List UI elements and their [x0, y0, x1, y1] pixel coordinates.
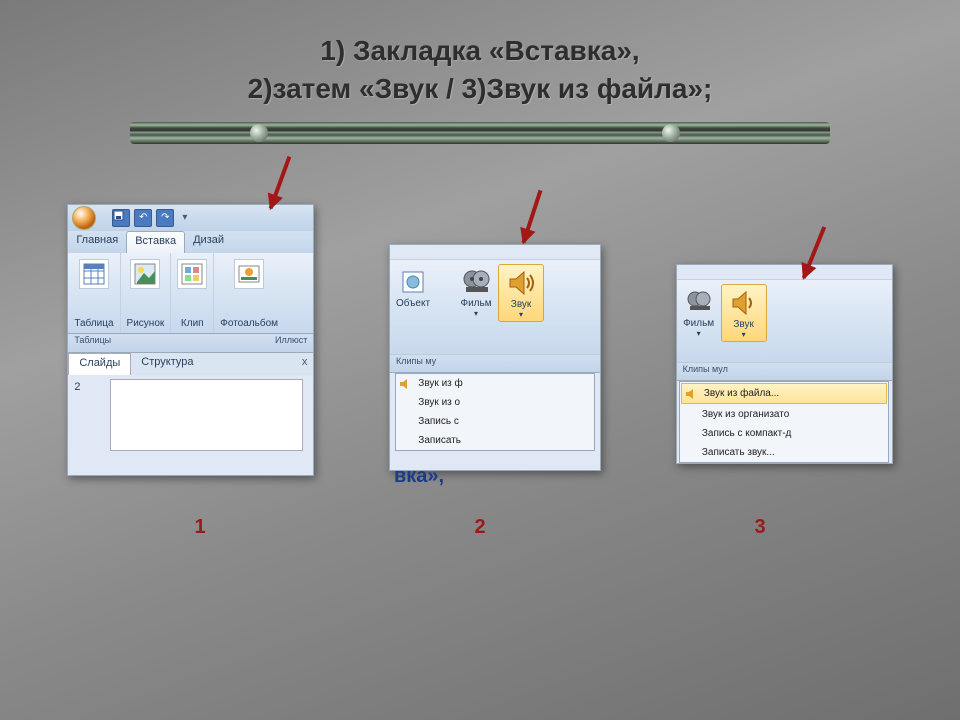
sound-dropdown: Звук из ф Звук из о Запись с Записать [395, 373, 594, 451]
red-arrow-2 [522, 189, 543, 243]
clipart-icon [177, 259, 207, 289]
ribbon-btn-picture[interactable]: Рисунок [121, 253, 172, 333]
close-pane-icon[interactable]: x [296, 353, 314, 375]
tab-insert[interactable]: Вставка [126, 231, 185, 253]
ribbon-btn-film[interactable]: Фильм ▾ [454, 264, 498, 320]
group-tables-label: Таблицы [74, 335, 191, 351]
redo-icon[interactable]: ↷ [156, 209, 174, 227]
ribbon-media: Объект Фильм ▾ Звук ▾ [390, 260, 600, 354]
label-2: 2 [474, 516, 485, 539]
menu-record-sound[interactable]: Записать [396, 431, 593, 450]
ribbon-btn-sound[interactable]: Звук ▾ [498, 264, 544, 322]
object-icon [397, 266, 429, 298]
slide-title: 1) Закладка «Вставка», 2)затем «Звук / 3… [0, 32, 960, 108]
speaker-small-icon [399, 377, 413, 391]
photoalbum-icon [234, 259, 264, 289]
save-icon[interactable] [112, 209, 130, 227]
menu-record-from-cd[interactable]: Запись с [396, 412, 593, 431]
label-1: 1 [194, 516, 205, 539]
title-line-2: 2)затем «Звук / 3)Звук из файла»; [0, 70, 960, 108]
ribbon-tabs: Главная Вставка Дизай [68, 231, 313, 253]
label-3: 3 [754, 516, 765, 539]
speaker-small-icon [685, 387, 699, 401]
ribbon-insert: Таблица Рисунок Клип Фотоальбом [68, 253, 313, 334]
group-mediaclips-label-3: Клипы мул [677, 362, 892, 381]
speaker-icon [505, 267, 537, 299]
ribbon-btn-table[interactable]: Таблица [68, 253, 120, 333]
background-fragment: вка», [390, 451, 600, 502]
slide-pane-tabs: Слайды Структура x [68, 353, 313, 375]
group-mediaclips-label: Клипы му [390, 354, 600, 373]
ribbon-media-3: Фильм ▾ Звук ▾ [677, 280, 892, 362]
menu-record-from-cd-3[interactable]: Запись с компакт-д [680, 424, 889, 443]
step-numbers: 1 2 3 [0, 516, 960, 539]
speaker-icon [728, 287, 760, 319]
sound-dropdown-3: Звук из файла... Звук из организато Запи… [679, 381, 890, 463]
ribbon-btn-sound-3[interactable]: Звук ▾ [721, 284, 767, 342]
screenshot-1: ↶ ↷ ▾ Главная Вставка Дизай Таблица Рису… [67, 204, 314, 476]
office-orb-button[interactable] [72, 206, 96, 230]
slide-number: 2 [68, 375, 86, 451]
ribbon-btn-film-3[interactable]: Фильм ▾ [677, 284, 721, 340]
menu-sound-from-organizer[interactable]: Звук из о [396, 393, 593, 412]
screenshot-3: Фильм ▾ Звук ▾ Клипы мул Звук из файла..… [676, 264, 893, 464]
film-icon [683, 286, 715, 318]
tab-design[interactable]: Дизай [185, 231, 232, 253]
tab-slides[interactable]: Слайды [68, 353, 131, 375]
undo-icon[interactable]: ↶ [134, 209, 152, 227]
menu-sound-from-file-3[interactable]: Звук из файла... [681, 383, 888, 404]
screenshot-row: ↶ ↷ ▾ Главная Вставка Дизай Таблица Рису… [0, 204, 960, 476]
screenshot-2: Объект Фильм ▾ Звук ▾ Клипы му [389, 244, 601, 471]
picture-icon [130, 259, 160, 289]
tab-outline[interactable]: Структура [131, 353, 203, 375]
film-icon [460, 266, 492, 298]
menu-sound-from-file[interactable]: Звук из ф [396, 374, 593, 393]
group-illustrations-label: Иллюст [191, 335, 308, 351]
table-icon [79, 259, 109, 289]
ribbon-btn-clip[interactable]: Клип [171, 253, 214, 333]
slide-thumbnail[interactable] [110, 379, 303, 451]
title-line-1: 1) Закладка «Вставка», [0, 32, 960, 70]
ribbon-group-labels: Таблицы Иллюст [68, 334, 313, 353]
menu-sound-from-organizer-3[interactable]: Звук из организато [680, 405, 889, 424]
ribbon-btn-object[interactable]: Объект [390, 264, 436, 311]
red-arrow-1 [269, 156, 292, 209]
ribbon-btn-album[interactable]: Фотоальбом [214, 253, 284, 333]
qat-more-icon[interactable]: ▾ [182, 212, 187, 223]
menu-record-sound-3[interactable]: Записать звук... [680, 443, 889, 462]
tab-home[interactable]: Главная [68, 231, 126, 253]
decorative-divider [130, 122, 830, 144]
